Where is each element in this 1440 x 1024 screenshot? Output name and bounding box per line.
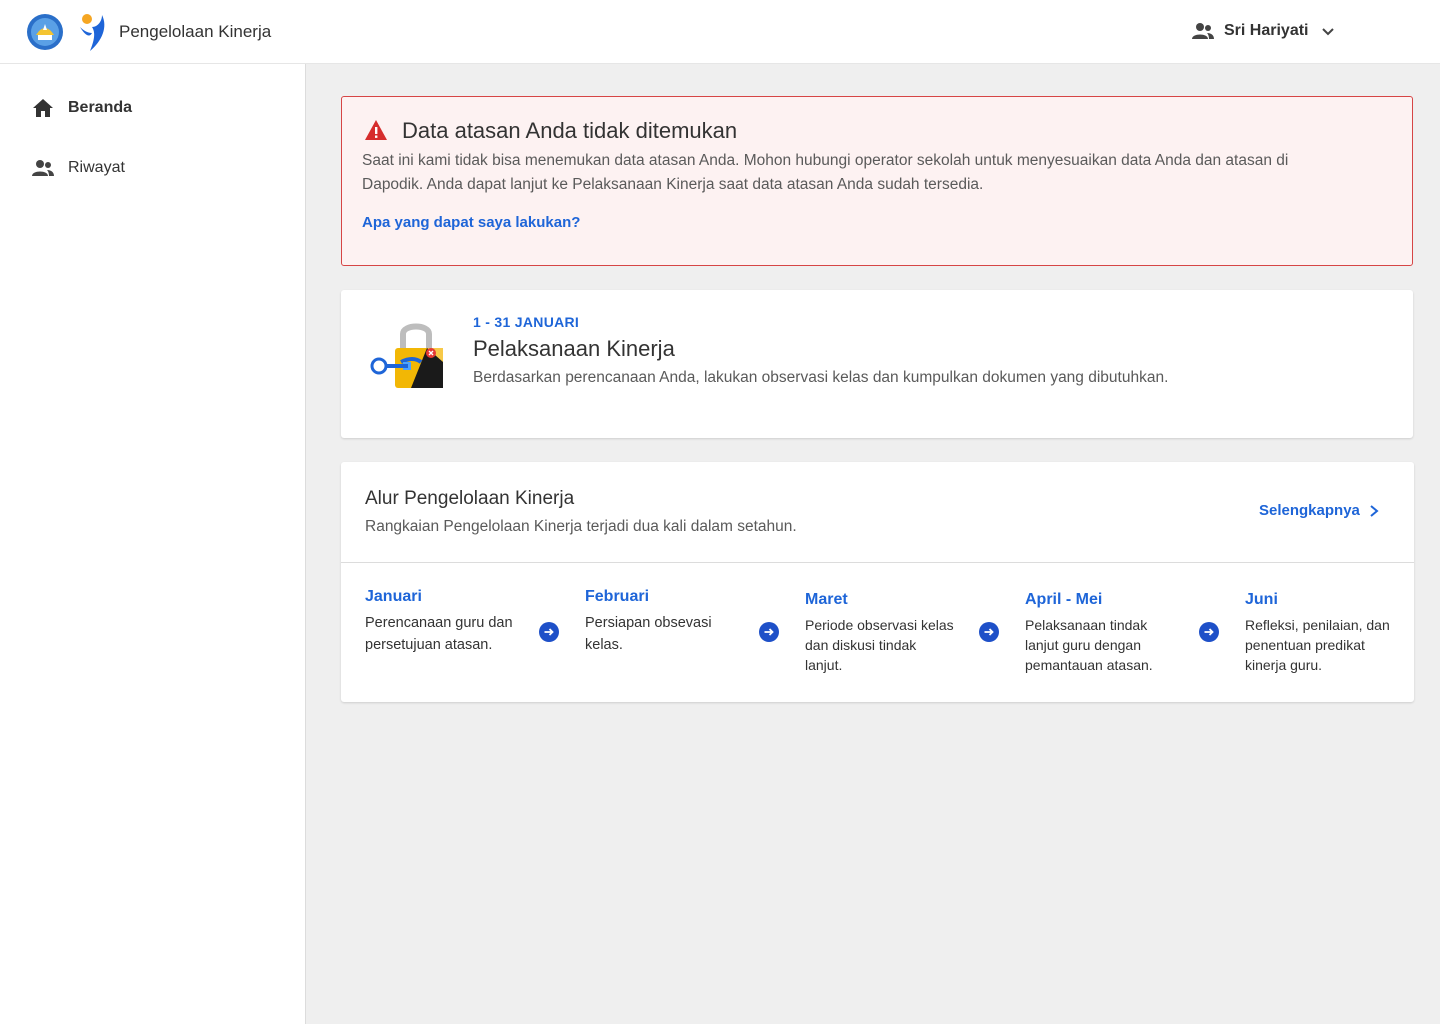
arrow-right-icon [1199,622,1219,642]
sidebar-item-riwayat[interactable]: Riwayat [32,156,125,180]
user-group-icon [1192,23,1214,39]
kemdikbud-logo-icon[interactable] [26,13,64,51]
alert-text: Saat ini kami tidak bisa menemukan data … [362,152,1289,193]
sidebar-item-beranda[interactable]: Beranda [32,96,132,120]
user-name: Sri Hariyati [1224,22,1309,39]
flow-step-januari: Januari Perencanaan guru dan persetujuan… [365,588,515,656]
chevron-right-icon [1370,504,1379,517]
step-month: April - Mei [1025,591,1103,608]
arrow-right-icon [539,622,559,642]
step-month: Juni [1245,591,1278,608]
step-description: Pelaksanaan tindak lanjut guru dengan pe… [1025,617,1153,673]
step-month: Februari [585,588,650,605]
arrow-right-icon [759,622,779,642]
missing-supervisor-alert: Data atasan Anda tidak ditemukan Saat in… [341,96,1413,266]
step-description: Perencanaan guru dan persetujuan atasan. [365,615,513,653]
arrow-right-icon [979,622,999,642]
execution-card[interactable]: 1 - 31 JANUARI Pelaksanaan Kinerja Berda… [341,290,1413,438]
flow-step-maret: Maret Periode observasi kelas dan diskus… [805,591,955,675]
execution-description: Berdasarkan perencanaan Anda, lakukan ob… [473,369,1169,386]
flow-step-februari: Februari Persiapan obsevasi kelas. [585,588,735,656]
step-description: Periode observasi kelas dan diskusi tind… [805,617,954,673]
performance-flow-card: Alur Pengelolaan Kinerja Rangkaian Penge… [341,462,1414,702]
see-more-link[interactable]: Selengkapnya [1259,502,1380,519]
sidebar-item-label: Riwayat [68,159,125,176]
execution-title: Pelaksanaan Kinerja [473,336,675,361]
flow-step-april-mei: April - Mei Pelaksanaan tindak lanjut gu… [1025,591,1175,675]
see-more-label: Selengkapnya [1259,502,1360,519]
app-logo-icon[interactable] [78,13,108,53]
divider [341,562,1414,563]
flow-step-juni: Juni Refleksi, penilaian, dan penentuan … [1245,591,1405,675]
user-menu[interactable]: Sri Hariyati [1192,18,1336,44]
execution-date: 1 - 31 JANUARI [473,314,580,330]
step-month: Maret [805,591,848,608]
step-month: Januari [365,588,422,605]
people-icon [32,160,54,176]
app-title: Pengelolaan Kinerja [119,22,272,41]
flow-title: Alur Pengelolaan Kinerja [365,488,575,509]
warning-icon [365,120,387,140]
step-description: Persiapan obsevasi kelas. [585,615,712,653]
lock-icon [370,323,443,388]
sidebar: Beranda Riwayat [0,64,306,1024]
flow-subtitle: Rangkaian Pengelolaan Kinerja terjadi du… [365,518,797,535]
top-header: Pengelolaan Kinerja Sri Hariyati [0,0,1440,64]
what-can-i-do-link[interactable]: Apa yang dapat saya lakukan? [362,214,580,231]
step-description: Refleksi, penilaian, dan penentuan predi… [1245,617,1390,673]
sidebar-item-label: Beranda [68,99,133,116]
alert-title: Data atasan Anda tidak ditemukan [402,118,738,143]
chevron-down-icon[interactable] [1320,23,1336,39]
home-icon [33,99,53,117]
